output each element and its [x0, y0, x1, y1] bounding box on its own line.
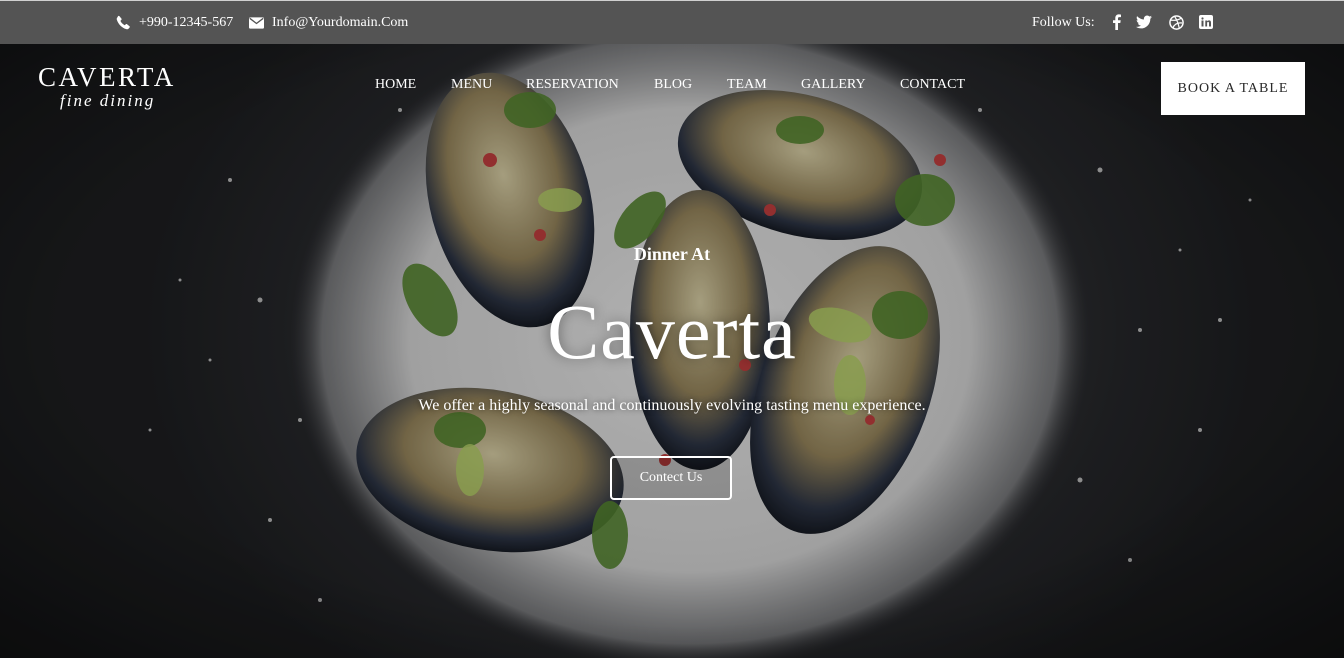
email-contact[interactable]: Info@Yourdomain.Com	[249, 1, 408, 44]
linkedin-icon[interactable]	[1198, 14, 1214, 30]
top-bar: +990-12345-567 Info@Yourdomain.Com Follo…	[0, 0, 1344, 44]
nav-item-blog[interactable]: BLOG	[654, 77, 692, 93]
nav-item-contact[interactable]: CONTACT	[900, 77, 965, 93]
logo-wordmark: CAVERTA	[38, 62, 176, 92]
phone-number: +990-12345-567	[139, 14, 234, 30]
dribbble-icon[interactable]	[1168, 14, 1184, 30]
hero-kicker: Dinner At	[633, 244, 711, 264]
hero-title: Caverta	[547, 288, 797, 375]
site-logo[interactable]: CAVERTA fine dining	[38, 62, 188, 110]
facebook-icon[interactable]	[1108, 14, 1124, 30]
nav-item-menu[interactable]: MENU	[451, 77, 492, 93]
email-address: Info@Yourdomain.Com	[272, 14, 409, 30]
nav-item-team[interactable]: TEAM	[727, 77, 767, 93]
nav-item-home[interactable]: HOME	[375, 77, 416, 93]
logo-tagline: fine dining	[60, 91, 156, 110]
nav-item-reservation[interactable]: RESERVATION	[526, 77, 619, 93]
phone-icon	[116, 15, 131, 30]
hero-description: We offer a highly seasonal and continuou…	[418, 397, 926, 414]
phone-contact[interactable]: +990-12345-567	[116, 1, 233, 44]
contact-us-button[interactable]: Contect Us	[610, 456, 732, 500]
book-a-table-button[interactable]: BOOK A TABLE	[1161, 62, 1305, 115]
page: +990-12345-567 Info@Yourdomain.Com Follo…	[0, 0, 1344, 658]
nav-item-gallery[interactable]: GALLERY	[801, 77, 866, 93]
envelope-icon	[249, 16, 264, 29]
follow-us-label: Follow Us:	[1032, 14, 1095, 30]
twitter-icon[interactable]	[1136, 14, 1152, 30]
